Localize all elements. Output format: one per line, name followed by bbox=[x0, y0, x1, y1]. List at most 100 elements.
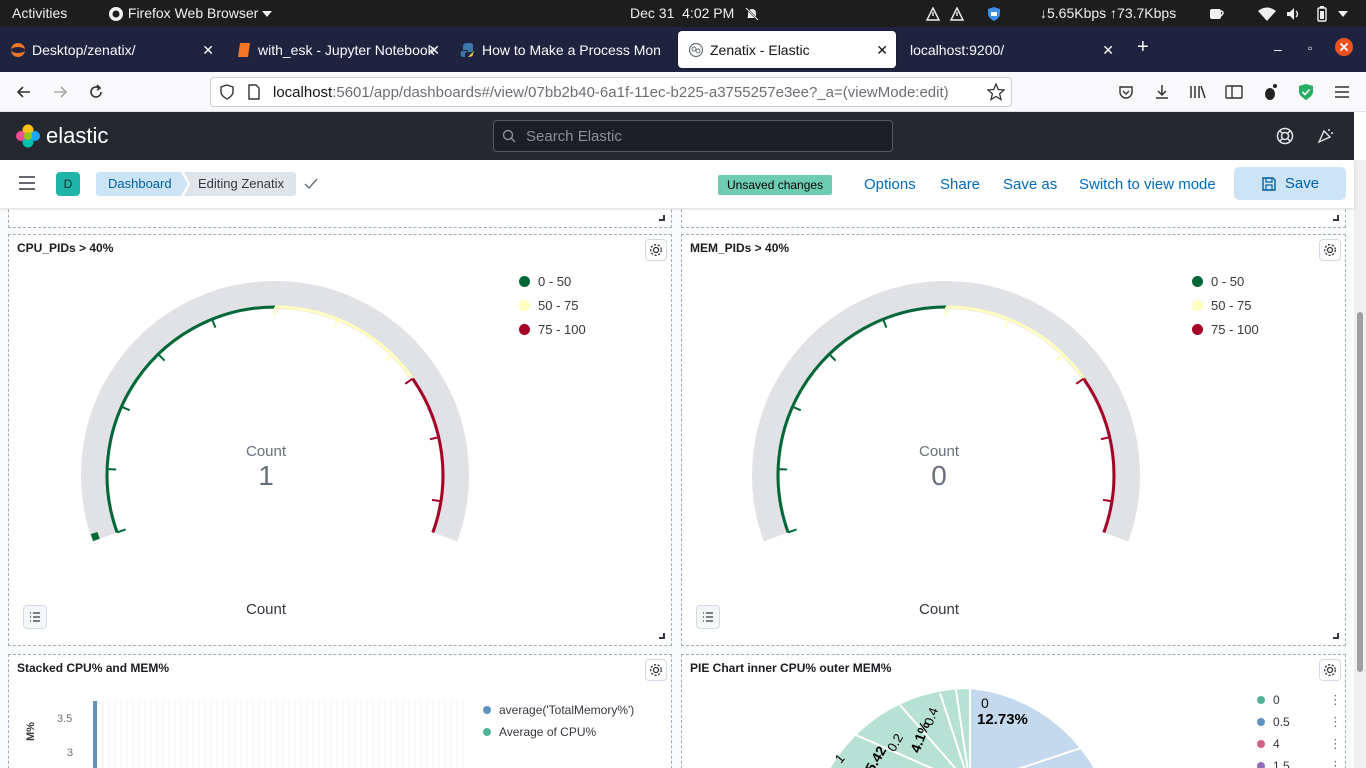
pie-slice-name: 0 bbox=[981, 695, 989, 711]
close-tab-icon[interactable]: ✕ bbox=[1102, 42, 1114, 59]
url-text[interactable]: localhost:5601/app/dashboards#/view/07bb… bbox=[273, 84, 979, 101]
clock[interactable]: Dec 31 4:02 PM bbox=[630, 5, 760, 22]
tab-title: How to Make a Process Monitor bbox=[482, 41, 660, 58]
reload-icon[interactable] bbox=[85, 81, 107, 103]
battery-icon[interactable] bbox=[1316, 5, 1328, 22]
newsfeed-icon[interactable] bbox=[1316, 127, 1334, 150]
sidebar-icon[interactable] bbox=[1223, 81, 1245, 103]
hamburger-menu-icon[interactable] bbox=[1331, 81, 1353, 103]
legend-item[interactable]: 4 ⋮ bbox=[1257, 733, 1342, 755]
switch-to-view-mode-link[interactable]: Switch to view mode bbox=[1079, 176, 1216, 193]
share-link[interactable]: Share bbox=[940, 176, 980, 193]
legend-item[interactable]: 0 - 50 bbox=[519, 269, 586, 293]
legend-item[interactable]: Average of CPU% bbox=[483, 721, 634, 743]
resize-handle[interactable] bbox=[659, 633, 665, 639]
panel-above-left[interactable] bbox=[8, 208, 672, 228]
legend-item[interactable]: 75 - 100 bbox=[1192, 317, 1259, 341]
panel-options-gear-icon[interactable] bbox=[1319, 239, 1341, 261]
legend-label: average('TotalMemory%') bbox=[499, 703, 635, 717]
legend-item[interactable]: 0.5 ⋮ bbox=[1257, 711, 1342, 733]
panel-options-gear-icon[interactable] bbox=[645, 239, 667, 261]
forward-arrow-icon[interactable] bbox=[49, 81, 71, 103]
breadcrumb-dashboard[interactable]: Dashboard bbox=[96, 172, 188, 196]
warning-icon[interactable] bbox=[925, 5, 941, 21]
pie-chart bbox=[822, 688, 1103, 768]
menu-toggle-icon[interactable] bbox=[18, 176, 36, 195]
help-icon[interactable] bbox=[1276, 127, 1294, 150]
volume-icon[interactable] bbox=[1286, 5, 1302, 21]
legend-item[interactable]: 75 - 100 bbox=[519, 317, 586, 341]
kibana-header: elastic Search Elastic bbox=[0, 112, 1354, 160]
mem-gauge-panel[interactable]: MEM_PIDs > 40% Count 0 Count 0 - 50 50 -… bbox=[681, 234, 1346, 646]
panel-options-gear-icon[interactable] bbox=[645, 659, 667, 681]
pocket-icon[interactable] bbox=[1115, 81, 1137, 103]
legend-dot bbox=[519, 323, 530, 335]
elastic-logo[interactable]: elastic bbox=[16, 123, 108, 149]
legend-item[interactable]: 50 - 75 bbox=[519, 293, 586, 317]
tab-process-monitor[interactable]: How to Make a Process Monitor bbox=[450, 31, 672, 68]
extension-shield-icon[interactable] bbox=[1295, 81, 1317, 103]
resize-handle[interactable] bbox=[659, 215, 665, 221]
close-tab-icon[interactable]: ✕ bbox=[428, 42, 440, 59]
tracking-shield-icon[interactable] bbox=[219, 84, 235, 105]
more-options-icon[interactable]: ⋮ bbox=[1329, 714, 1342, 730]
tab-jupyter-notebook[interactable]: with_esk - Jupyter Notebook ✕ bbox=[226, 31, 448, 68]
options-link[interactable]: Options bbox=[864, 176, 916, 193]
save-as-link[interactable]: Save as bbox=[1003, 176, 1057, 193]
cpu-gauge-panel[interactable]: CPU_PIDs > 40% Count 1 Count 0 - 50 50 -… bbox=[8, 234, 672, 646]
more-options-icon[interactable]: ⋮ bbox=[1329, 736, 1342, 752]
activities-button[interactable]: Activities bbox=[12, 5, 67, 21]
more-options-icon[interactable]: ⋮ bbox=[1329, 758, 1342, 768]
url-host: localhost bbox=[273, 84, 333, 101]
bookmark-star-icon[interactable] bbox=[986, 82, 1006, 106]
pie-slice[interactable] bbox=[970, 689, 1102, 768]
shield-vpn-icon[interactable] bbox=[986, 5, 1002, 22]
gauge-tick bbox=[431, 498, 442, 503]
page-scrollbar[interactable] bbox=[1354, 160, 1366, 768]
page-info-icon[interactable] bbox=[247, 84, 261, 105]
back-arrow-icon[interactable] bbox=[13, 81, 35, 103]
new-tab-plus-icon[interactable]: + bbox=[1137, 36, 1149, 59]
date-text: Dec 31 bbox=[630, 5, 675, 21]
legend-item[interactable]: 0 - 50 bbox=[1192, 269, 1259, 293]
close-window-icon[interactable] bbox=[1334, 37, 1354, 60]
legend-toggle-list-icon[interactable] bbox=[696, 605, 720, 629]
power-menu-caret-icon[interactable] bbox=[1338, 5, 1348, 21]
resize-handle[interactable] bbox=[1333, 215, 1339, 221]
gauge-legend: 0 - 50 50 - 75 75 - 100 bbox=[1192, 269, 1259, 341]
app-menu[interactable]: Firefox Web Browser bbox=[108, 5, 273, 22]
maximize-icon[interactable]: ▫ bbox=[1308, 41, 1312, 55]
legend-dot bbox=[1257, 696, 1265, 704]
legend-item[interactable]: 0 ⋮ bbox=[1257, 689, 1342, 711]
downloads-icon[interactable] bbox=[1151, 81, 1173, 103]
tab-desktop-zenatix[interactable]: Desktop/zenatix/ ✕ bbox=[0, 31, 222, 68]
legend-label: Average of CPU% bbox=[499, 725, 597, 739]
legend-item[interactable]: 1.5 ⋮ bbox=[1257, 755, 1342, 768]
wifi-icon[interactable] bbox=[1258, 5, 1276, 22]
close-tab-icon[interactable]: ✕ bbox=[202, 42, 214, 59]
pie-chart-panel[interactable]: PIE Chart inner CPU% outer MEM% 0 12.73%… bbox=[681, 654, 1346, 768]
panel-above-right[interactable] bbox=[681, 208, 1346, 228]
minimize-icon[interactable]: – bbox=[1274, 41, 1282, 57]
close-tab-icon[interactable]: ✕ bbox=[876, 42, 888, 59]
tab-localhost-9200[interactable]: localhost:9200/ ✕ bbox=[900, 31, 1122, 68]
panel-options-gear-icon[interactable] bbox=[1319, 659, 1341, 681]
url-bar[interactable]: localhost:5601/app/dashboards#/view/07bb… bbox=[210, 77, 1012, 107]
legend-toggle-list-icon[interactable] bbox=[23, 605, 47, 629]
legend-item[interactable]: 50 - 75 bbox=[1192, 293, 1259, 317]
pie-slice[interactable] bbox=[822, 688, 970, 768]
stacked-cpu-mem-panel[interactable]: Stacked CPU% and MEM% M% 3.5 3 average('… bbox=[8, 654, 672, 768]
legend-item[interactable]: average('TotalMemory%') bbox=[483, 699, 634, 721]
scrollbar-thumb[interactable] bbox=[1357, 312, 1363, 672]
tab-zenatix-elastic[interactable]: Zenatix - Elastic ✕ bbox=[678, 31, 896, 68]
extension-gnome-icon[interactable] bbox=[1259, 81, 1281, 103]
save-button[interactable]: Save bbox=[1234, 167, 1346, 200]
more-options-icon[interactable]: ⋮ bbox=[1329, 692, 1342, 708]
search-elastic-input[interactable]: Search Elastic bbox=[493, 120, 893, 152]
caret-down-icon bbox=[262, 11, 273, 18]
coffee-icon[interactable] bbox=[1208, 5, 1226, 22]
library-icon[interactable] bbox=[1187, 81, 1209, 103]
warning-icon-2[interactable] bbox=[949, 5, 965, 21]
space-avatar[interactable]: D bbox=[56, 172, 80, 196]
resize-handle[interactable] bbox=[1333, 633, 1339, 639]
